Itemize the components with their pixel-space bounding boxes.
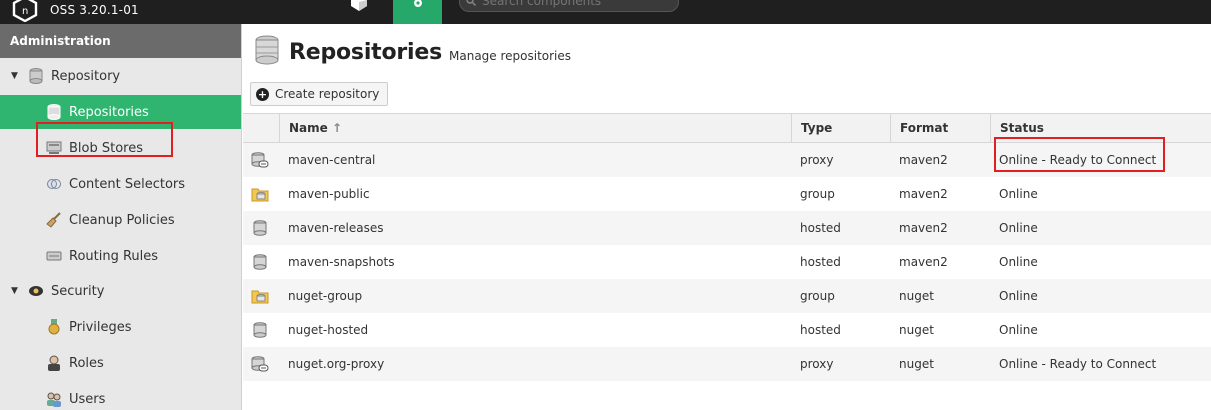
sidebar-item-content-selectors[interactable]: Content Selectors <box>0 167 241 201</box>
repo-format: maven2 <box>899 153 948 167</box>
table-row[interactable]: maven-releases hosted maven2 Online <box>243 211 1211 245</box>
database-icon <box>45 104 63 120</box>
sidebar-item-label: Security <box>51 283 105 299</box>
database-icon <box>27 68 45 84</box>
column-header-name[interactable]: Name ↑ <box>279 114 791 143</box>
hosted-repo-icon <box>251 254 269 270</box>
repo-type: hosted <box>800 255 841 269</box>
sidebar: Administration ▼ Repository Repositories… <box>0 24 242 410</box>
sidebar-group-repository[interactable]: ▼ Repository <box>0 59 241 93</box>
browse-cube-icon[interactable] <box>348 0 370 12</box>
repo-name: maven-central <box>288 153 376 167</box>
repo-name: maven-releases <box>288 221 384 235</box>
version-label: OSS 3.20.1-01 <box>50 3 139 17</box>
page-subtitle: Manage repositories <box>449 49 572 63</box>
repo-format: nuget <box>899 289 934 303</box>
search-input[interactable] <box>482 0 672 8</box>
sidebar-group-security[interactable]: ▼ Security <box>0 274 241 308</box>
page-title: Repositories <box>289 39 442 65</box>
caret-down-icon: ▼ <box>11 286 18 296</box>
sidebar-item-label: Users <box>69 391 106 407</box>
routing-icon <box>45 248 63 264</box>
repo-status: Online <box>999 221 1038 235</box>
search-icon <box>466 0 476 10</box>
repo-status: Online <box>999 289 1038 303</box>
svg-text:n: n <box>22 6 28 17</box>
repo-format: maven2 <box>899 255 948 269</box>
repo-type: group <box>800 289 835 303</box>
admin-gear-button[interactable] <box>393 0 442 24</box>
sidebar-item-roles[interactable]: Roles <box>0 346 241 380</box>
repo-type: hosted <box>800 221 841 235</box>
search-box[interactable] <box>459 0 679 12</box>
caret-down-icon: ▼ <box>11 71 18 81</box>
page-header: Repositories Manage repositories <box>255 35 571 69</box>
sort-ascending-icon: ↑ <box>331 121 343 135</box>
sidebar-item-label: Privileges <box>69 319 132 335</box>
sidebar-item-label: Content Selectors <box>69 176 186 192</box>
group-repo-icon <box>251 288 269 304</box>
repo-name: nuget.org-proxy <box>288 357 385 371</box>
nexus-logo-icon[interactable]: n <box>12 0 38 23</box>
icon-column-header <box>243 114 279 143</box>
sidebar-item-cleanup-policies[interactable]: Cleanup Policies <box>0 203 241 237</box>
top-bar: n OSS 3.20.1-01 <box>0 0 1211 24</box>
users-icon <box>45 391 63 407</box>
table-body: maven-central proxy maven2 Online - Ready t… <box>243 143 1211 381</box>
role-icon <box>45 355 63 371</box>
repo-type: hosted <box>800 323 841 337</box>
hosted-repo-icon <box>251 220 269 236</box>
sidebar-item-label: Roles <box>69 355 104 371</box>
repo-format: nuget <box>899 357 934 371</box>
security-icon <box>27 283 45 299</box>
table-row[interactable]: nuget-group group nuget Online <box>243 279 1211 313</box>
proxy-repo-icon <box>251 152 269 168</box>
main-panel: Repositories Manage repositories + Creat… <box>243 24 1211 410</box>
create-repository-label: Create repository <box>275 87 380 101</box>
repo-format: maven2 <box>899 221 948 235</box>
sidebar-item-label: Routing Rules <box>69 248 159 264</box>
repo-name: nuget-hosted <box>288 323 369 337</box>
sidebar-item-label: Repositories <box>69 104 149 120</box>
create-repository-button[interactable]: + Create repository <box>250 82 389 106</box>
repo-status: Online <box>999 323 1038 337</box>
repo-type: group <box>800 187 835 201</box>
annotation-highlight <box>994 137 1165 172</box>
table-row[interactable]: nuget.org-proxy proxy nuget Online - Ready … <box>243 347 1211 381</box>
selector-icon <box>45 176 63 192</box>
sidebar-item-label: Cleanup Policies <box>69 212 175 228</box>
repo-name: nuget-group <box>288 289 363 303</box>
sidebar-item-privileges[interactable]: Privileges <box>0 310 241 344</box>
gear-icon <box>413 0 422 7</box>
sidebar-item-label: Repository <box>51 68 121 84</box>
sidebar-title: Administration <box>0 24 241 58</box>
repo-format: nuget <box>899 323 934 337</box>
sidebar-item-users[interactable]: Users <box>0 382 241 410</box>
repo-status: Online - Ready to Connect <box>999 357 1157 371</box>
repo-name: maven-snapshots <box>288 255 395 269</box>
broom-icon <box>45 212 63 228</box>
plus-icon: + <box>256 87 269 101</box>
column-header-type[interactable]: Type <box>791 114 890 143</box>
repo-type: proxy <box>800 153 834 167</box>
sidebar-item-routing-rules[interactable]: Routing Rules <box>0 239 241 273</box>
repo-format: maven2 <box>899 187 948 201</box>
group-repo-icon <box>251 186 269 202</box>
column-header-format[interactable]: Format <box>890 114 990 143</box>
annotation-highlight <box>36 122 173 157</box>
table-row[interactable]: nuget-hosted hosted nuget Online <box>243 313 1211 347</box>
repo-status: Online <box>999 187 1038 201</box>
table-row[interactable]: maven-public group maven2 Online <box>243 177 1211 211</box>
repo-name: maven-public <box>288 187 370 201</box>
medal-icon <box>45 319 63 335</box>
proxy-repo-icon <box>251 356 269 372</box>
hosted-repo-icon <box>251 322 269 338</box>
database-icon <box>255 35 279 69</box>
repo-status: Online <box>999 255 1038 269</box>
table-row[interactable]: maven-snapshots hosted maven2 Online <box>243 245 1211 279</box>
repo-type: proxy <box>800 357 834 371</box>
